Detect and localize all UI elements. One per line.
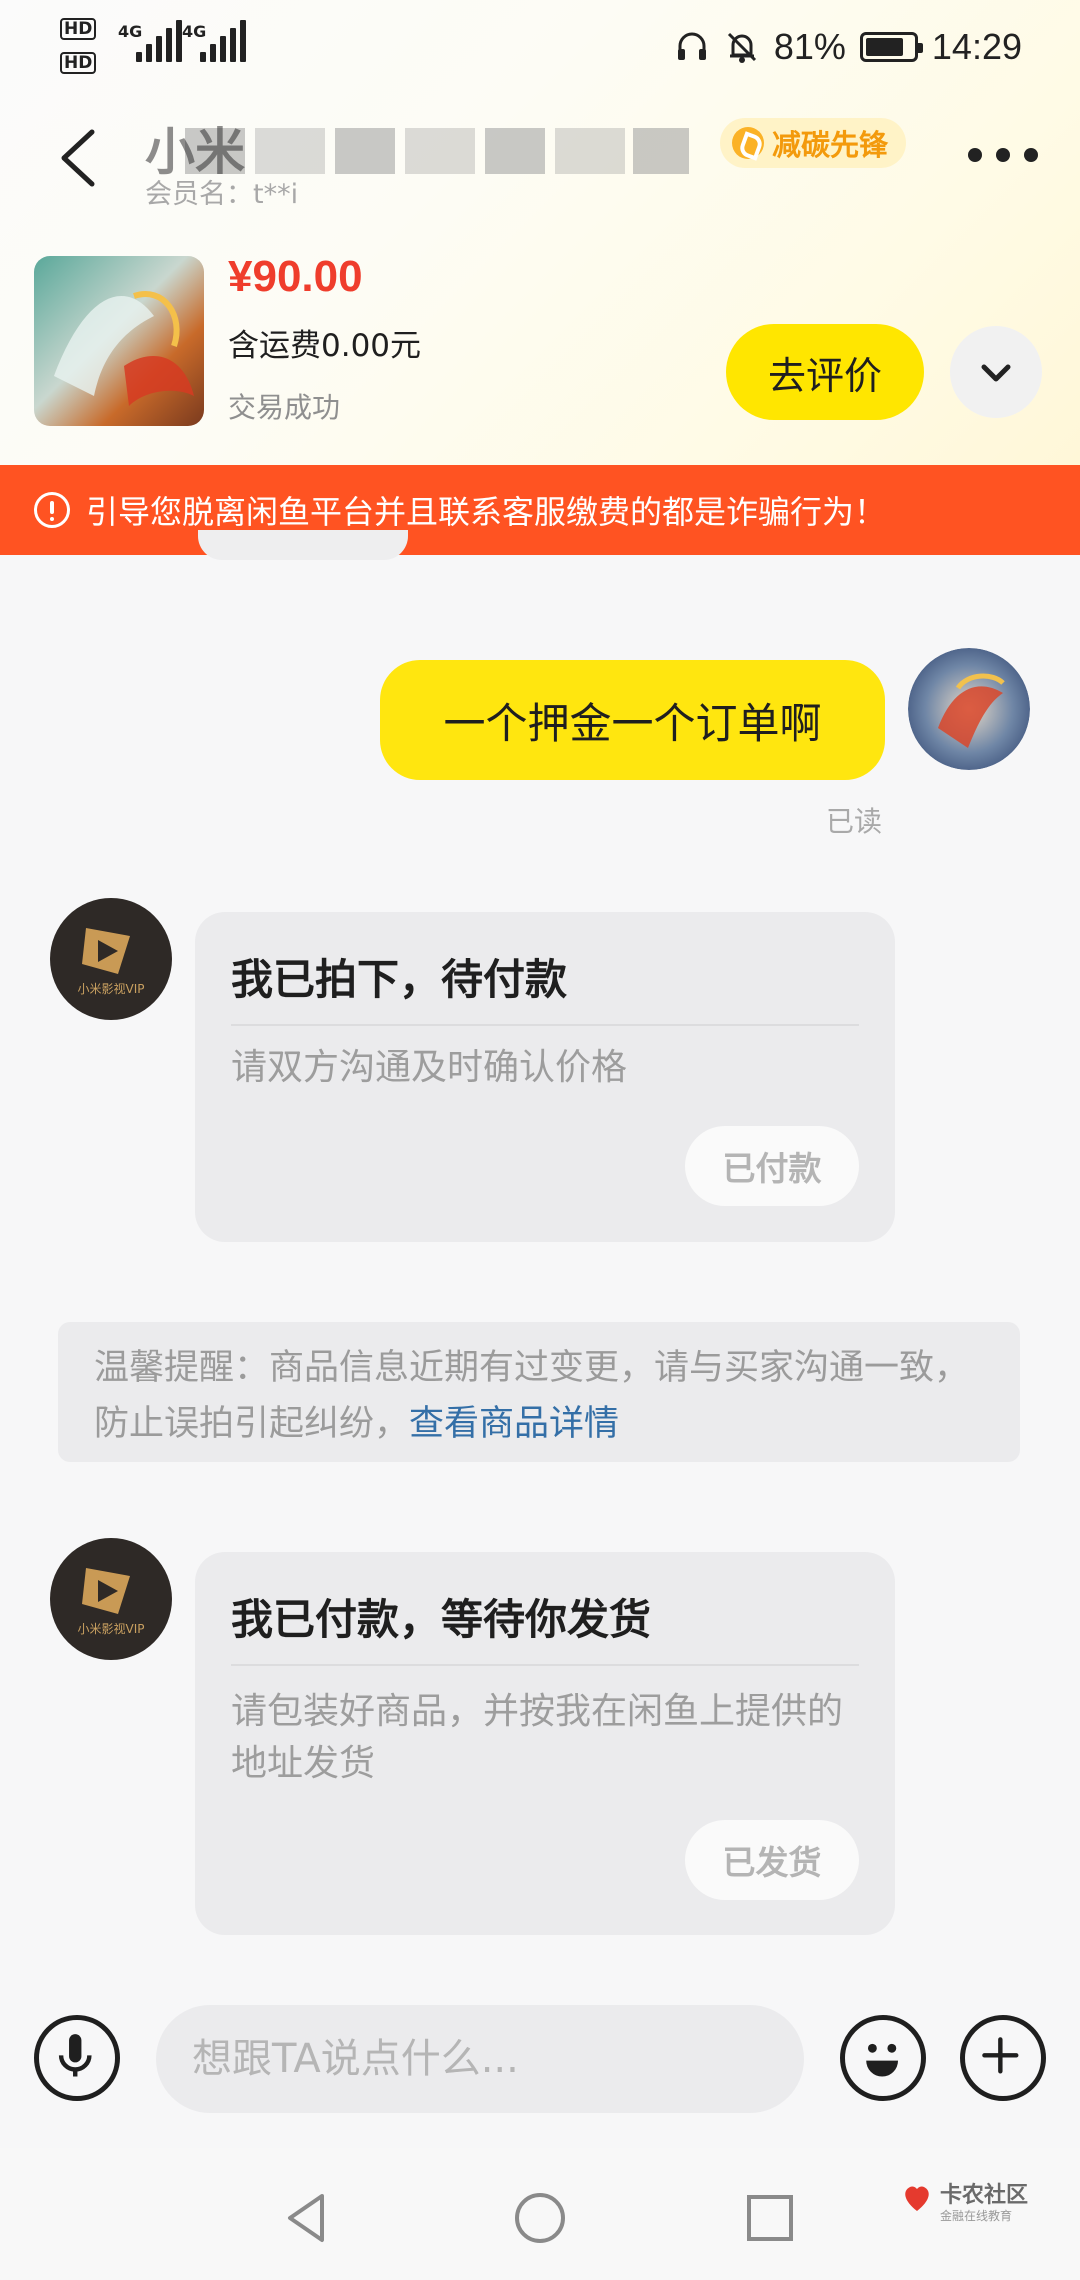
bell-muted-icon (727, 32, 756, 63)
view-details-link[interactable]: 查看商品详情 (409, 1404, 619, 1444)
battery-percent: 81% (773, 26, 846, 67)
order-card-unpaid[interactable]: 我已拍下，待付款 请双方沟通及时确认价格 已付款 (195, 912, 895, 1242)
headset-icon (677, 32, 706, 60)
more-options-icon[interactable] (968, 140, 1038, 170)
watermark-sub: 金融在线教育 (940, 2209, 1013, 2223)
signal-icon-1 (136, 20, 184, 62)
clock: 14:29 (931, 26, 1022, 67)
watermark-logo-icon (905, 2186, 929, 2211)
message-input[interactable] (156, 2005, 804, 2113)
card-description: 请包装好商品，并按我在闲鱼上提供的地址发货 (231, 1691, 844, 1784)
chevron-down-icon[interactable] (950, 326, 1042, 418)
my-avatar[interactable] (908, 648, 1030, 770)
order-price: ¥90.00 (228, 252, 363, 301)
nav-back-icon[interactable] (278, 2188, 338, 2248)
card-title: 我已拍下，待付款 (231, 955, 568, 1004)
member-name: 会员名：t**i (145, 179, 299, 210)
order-summary[interactable]: ¥90.00 含运费0.00元 交易成功 去评价 (0, 250, 1080, 450)
reminder-tip: 温馨提醒：商品信息近期有过变更，请与买家沟通一致，防止误拍引起纠纷，查看商品详情 (58, 1322, 1020, 1462)
status-bar: HD HD 4G 4G 81% 14:29 (0, 0, 1080, 92)
seller-avatar[interactable]: 小米影视VIP (50, 898, 172, 1020)
message-input-bar (0, 1985, 1080, 2135)
card-divider (231, 1664, 859, 1666)
chat-header: 小米 减碳先锋 会员名：t**i (0, 100, 1080, 220)
nav-home-icon[interactable] (510, 2188, 570, 2248)
shipped-button[interactable]: 已发货 (685, 1820, 859, 1900)
previous-message-stub (198, 530, 408, 560)
nav-recents-icon[interactable] (740, 2188, 800, 2248)
review-button[interactable]: 去评价 (726, 324, 924, 420)
product-thumbnail[interactable] (34, 256, 204, 426)
seller-avatar-caption: 小米影视VIP (77, 1622, 145, 1636)
eco-badge-label: 减碳先锋 (772, 128, 889, 162)
order-card-paid[interactable]: 我已付款，等待你发货 请包装好商品，并按我在闲鱼上提供的地址发货 已发货 (195, 1552, 895, 1935)
seller-avatar[interactable]: 小米影视VIP (50, 1538, 172, 1660)
read-status: 已读 (826, 805, 883, 838)
back-arrow-icon[interactable] (50, 122, 110, 192)
hd-indicator-2: HD (60, 52, 97, 74)
watermark: 卡农社区 金融在线教育 (900, 2175, 1050, 2245)
signal-icon-2 (200, 20, 248, 62)
battery-icon (859, 32, 923, 62)
card-divider (231, 1024, 859, 1026)
plus-icon[interactable] (960, 2015, 1046, 2101)
paid-button[interactable]: 已付款 (685, 1126, 859, 1206)
seller-avatar-caption: 小米影视VIP (77, 982, 145, 996)
warning-text: 引导您脱离闲鱼平台并且联系客服缴费的都是诈骗行为！ (86, 493, 887, 531)
emoji-icon[interactable] (840, 2015, 926, 2101)
alert-icon (34, 492, 70, 528)
shipping-fee: 含运费0.00元 (228, 328, 422, 364)
my-message-bubble[interactable]: 一个押金一个订单啊 (380, 660, 885, 780)
seller-logo-icon (82, 928, 130, 974)
watermark-name: 卡农社区 (940, 2183, 1029, 2208)
order-status: 交易成功 (228, 391, 341, 424)
fraud-warning-banner: 引导您脱离闲鱼平台并且联系客服缴费的都是诈骗行为！ (0, 465, 1080, 555)
voice-input-icon[interactable] (34, 2015, 120, 2101)
leaf-icon (732, 127, 764, 159)
eco-badge[interactable]: 减碳先锋 (720, 118, 907, 168)
card-description: 请双方沟通及时确认价格 (231, 1047, 628, 1088)
hd-indicator-1: HD (60, 18, 97, 40)
seller-logo-icon (82, 1568, 130, 1614)
card-title: 我已付款，等待你发货 (231, 1595, 652, 1644)
